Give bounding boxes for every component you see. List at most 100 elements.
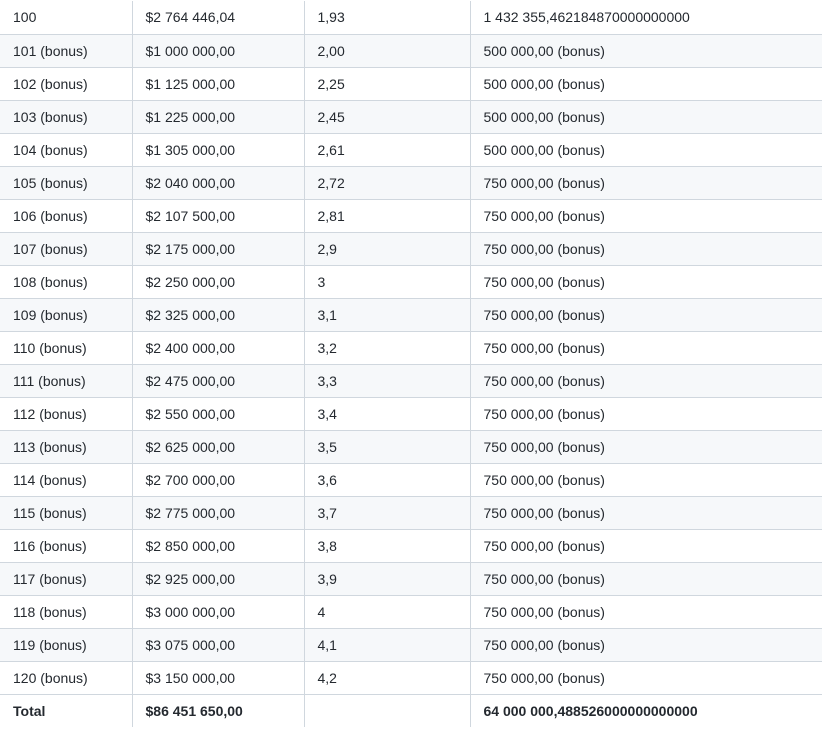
multiplier-cell: 2,81 (303, 198, 471, 233)
table-row: 107 (bonus) $2 175 000,00 2,9 750 000,00 (b… (0, 231, 822, 266)
reward-cell: 500 000,00 (bonus) (469, 132, 822, 167)
level-cell: 109 (bonus) (0, 297, 133, 332)
level-cell: 103 (bonus) (0, 99, 133, 134)
level-cell: 107 (bonus) (0, 231, 133, 266)
level-cell: 117 (bonus) (0, 561, 133, 596)
multiplier-cell: 3 (303, 264, 471, 299)
multiplier-cell: 3,1 (303, 297, 471, 332)
multiplier-cell: 3,2 (303, 330, 471, 365)
level-cell: 110 (bonus) (0, 330, 133, 365)
level-cell: 108 (bonus) (0, 264, 133, 299)
table-row: 108 (bonus) $2 250 000,00 3 750 000,00 (bon… (0, 264, 822, 299)
table-row: 105 (bonus) $2 040 000,00 2,72 750 000,00 (… (0, 165, 822, 200)
amount-cell: $1 000 000,00 (131, 33, 305, 68)
reward-cell: 750 000,00 (bonus) (469, 429, 822, 464)
reward-cell: 750 000,00 (bonus) (469, 627, 822, 662)
table-row: 106 (bonus) $2 107 500,00 2,81 750 000,00 (… (0, 198, 822, 233)
reward-cell: 750 000,00 (bonus) (469, 462, 822, 497)
data-table: 100 $2 764 446,04 1,93 1 432 355,4621848700… (0, 1, 822, 727)
level-cell: 111 (bonus) (0, 363, 133, 398)
reward-cell: 750 000,00 (bonus) (469, 363, 822, 398)
multiplier-cell: 3,6 (303, 462, 471, 497)
amount-cell: $2 764 446,04 (131, 1, 305, 35)
multiplier-cell: 2,9 (303, 231, 471, 266)
reward-cell: 750 000,00 (bonus) (469, 660, 822, 695)
amount-cell: $2 850 000,00 (131, 528, 305, 563)
multiplier-cell: 2,25 (303, 66, 471, 101)
total-label: Total (0, 693, 133, 727)
amount-cell: $3 150 000,00 (131, 660, 305, 695)
table-row: 109 (bonus) $2 325 000,00 3,1 750 000,00 (b… (0, 297, 822, 332)
level-cell: 116 (bonus) (0, 528, 133, 563)
amount-cell: $2 700 000,00 (131, 462, 305, 497)
multiplier-cell: 3,9 (303, 561, 471, 596)
reward-cell: 750 000,00 (bonus) (469, 594, 822, 629)
reward-cell: 750 000,00 (bonus) (469, 165, 822, 200)
level-cell: 112 (bonus) (0, 396, 133, 431)
level-cell: 115 (bonus) (0, 495, 133, 530)
level-cell: 106 (bonus) (0, 198, 133, 233)
table-row: 111 (bonus) $2 475 000,00 3,3 750 000,00 (b… (0, 363, 822, 398)
amount-cell: $2 325 000,00 (131, 297, 305, 332)
amount-cell: $3 075 000,00 (131, 627, 305, 662)
amount-cell: $2 775 000,00 (131, 495, 305, 530)
multiplier-cell: 3,5 (303, 429, 471, 464)
total-multiplier (303, 693, 471, 727)
reward-cell: 750 000,00 (bonus) (469, 396, 822, 431)
table-row: 102 (bonus) $1 125 000,00 2,25 500 000,00 (… (0, 66, 822, 101)
level-cell: 120 (bonus) (0, 660, 133, 695)
table-row: 113 (bonus) $2 625 000,00 3,5 750 000,00 (b… (0, 429, 822, 464)
table-row: 100 $2 764 446,04 1,93 1 432 355,4621848700… (0, 1, 822, 35)
amount-cell: $1 225 000,00 (131, 99, 305, 134)
reward-cell: 750 000,00 (bonus) (469, 561, 822, 596)
reward-cell: 1 432 355,462184870000000000 (469, 1, 822, 35)
reward-cell: 500 000,00 (bonus) (469, 99, 822, 134)
multiplier-cell: 1,93 (303, 1, 471, 35)
multiplier-cell: 3,4 (303, 396, 471, 431)
table-row: 101 (bonus) $1 000 000,00 2,00 500 000,00 (… (0, 33, 822, 68)
table-row: 104 (bonus) $1 305 000,00 2,61 500 000,00 (… (0, 132, 822, 167)
level-cell: 119 (bonus) (0, 627, 133, 662)
amount-cell: $2 925 000,00 (131, 561, 305, 596)
level-cell: 104 (bonus) (0, 132, 133, 167)
table-row: 117 (bonus) $2 925 000,00 3,9 750 000,00 (b… (0, 561, 822, 596)
multiplier-cell: 2,00 (303, 33, 471, 68)
level-cell: 102 (bonus) (0, 66, 133, 101)
multiplier-cell: 3,7 (303, 495, 471, 530)
amount-cell: $1 305 000,00 (131, 132, 305, 167)
multiplier-cell: 4,1 (303, 627, 471, 662)
level-cell: 100 (0, 1, 133, 35)
table-row: 114 (bonus) $2 700 000,00 3,6 750 000,00 (b… (0, 462, 822, 497)
multiplier-cell: 4 (303, 594, 471, 629)
amount-cell: $1 125 000,00 (131, 66, 305, 101)
amount-cell: $2 475 000,00 (131, 363, 305, 398)
reward-cell: 750 000,00 (bonus) (469, 198, 822, 233)
amount-cell: $2 040 000,00 (131, 165, 305, 200)
table-row: 120 (bonus) $3 150 000,00 4,2 750 000,00 (b… (0, 660, 822, 695)
multiplier-cell: 3,8 (303, 528, 471, 563)
table-row: 115 (bonus) $2 775 000,00 3,7 750 000,00 (b… (0, 495, 822, 530)
reward-cell: 750 000,00 (bonus) (469, 495, 822, 530)
amount-cell: $3 000 000,00 (131, 594, 305, 629)
table-row: 103 (bonus) $1 225 000,00 2,45 500 000,00 (… (0, 99, 822, 134)
reward-cell: 500 000,00 (bonus) (469, 66, 822, 101)
reward-cell: 750 000,00 (bonus) (469, 297, 822, 332)
level-cell: 118 (bonus) (0, 594, 133, 629)
total-reward: 64 000 000,488526000000000000 (469, 693, 822, 727)
multiplier-cell: 2,45 (303, 99, 471, 134)
reward-cell: 750 000,00 (bonus) (469, 264, 822, 299)
multiplier-cell: 2,72 (303, 165, 471, 200)
table-row: 110 (bonus) $2 400 000,00 3,2 750 000,00 (b… (0, 330, 822, 365)
table-row: 118 (bonus) $3 000 000,00 4 750 000,00 (bon… (0, 594, 822, 629)
total-row: Total $86 451 650,00 64 000 000,4885260000… (0, 693, 822, 727)
level-cell: 105 (bonus) (0, 165, 133, 200)
amount-cell: $2 550 000,00 (131, 396, 305, 431)
amount-cell: $2 625 000,00 (131, 429, 305, 464)
multiplier-cell: 3,3 (303, 363, 471, 398)
amount-cell: $2 175 000,00 (131, 231, 305, 266)
amount-cell: $2 400 000,00 (131, 330, 305, 365)
multiplier-cell: 4,2 (303, 660, 471, 695)
reward-cell: 500 000,00 (bonus) (469, 33, 822, 68)
amount-cell: $2 250 000,00 (131, 264, 305, 299)
level-cell: 113 (bonus) (0, 429, 133, 464)
